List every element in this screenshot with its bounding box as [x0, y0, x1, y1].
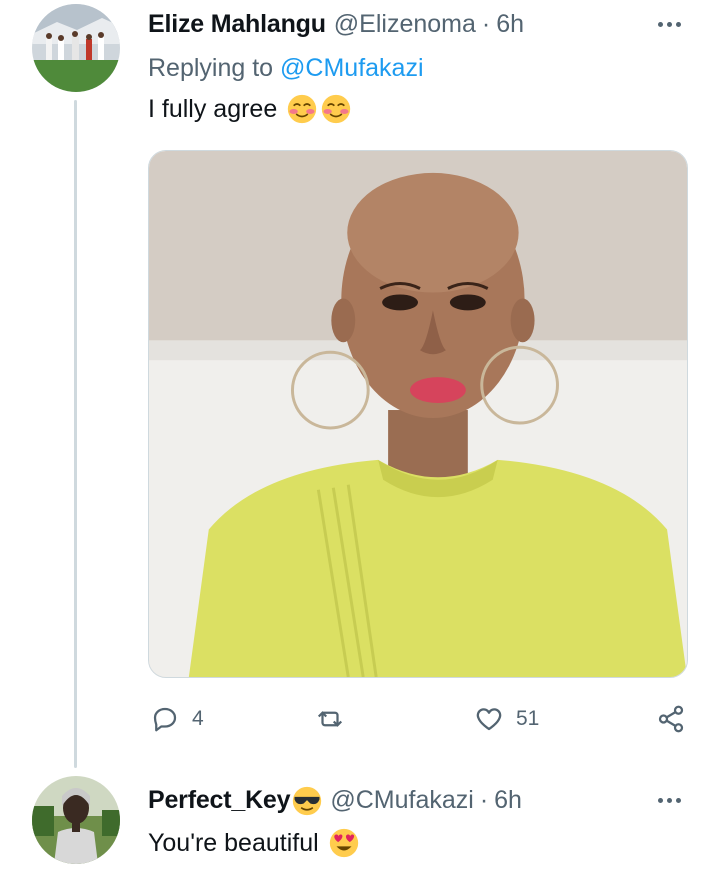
tweet-text-body: You're beautiful: [148, 828, 319, 857]
display-name[interactable]: Perfect_Key: [148, 786, 291, 815]
replying-to-label: Replying to: [148, 54, 281, 82]
heart-eyes-face-emoji: [329, 828, 358, 858]
separator-dot: ·: [479, 786, 489, 814]
like-button[interactable]: 51: [474, 704, 539, 734]
heart-icon: [476, 708, 502, 731]
tweet-text-body: I fully agree: [148, 94, 278, 123]
timestamp[interactable]: 6h: [494, 786, 522, 815]
timestamp[interactable]: 6h: [496, 10, 524, 39]
retweet-icon: [317, 711, 343, 727]
avatar-image: [32, 776, 120, 864]
tweet-header: Perfect_Key @CMufakazi · 6h: [148, 786, 522, 816]
reply-icon: [153, 707, 177, 732]
share-icon: [658, 705, 684, 733]
separator-dot: ·: [481, 10, 491, 38]
retweet-button[interactable]: [315, 704, 345, 734]
tweet-text: I fully agree: [148, 94, 351, 124]
reply-count: 4: [192, 707, 204, 730]
reply-button[interactable]: 4: [150, 704, 204, 734]
replying-to-mention-link[interactable]: @CMufakazi: [280, 54, 423, 82]
tweet-text: You're beautiful: [148, 828, 359, 858]
like-count: 51: [516, 707, 540, 730]
display-name[interactable]: Elize Mahlangu: [148, 10, 326, 39]
thread-connector-line: [74, 100, 77, 768]
avatar-image: [32, 4, 120, 92]
sunglasses-face-emoji: [293, 786, 322, 816]
smiling-blushing-face-emoji: [288, 94, 317, 124]
smiling-blushing-face-emoji: [322, 94, 351, 124]
replying-to-line: Replying to @CMufakazi: [148, 54, 424, 83]
user-handle[interactable]: @Elizenoma: [334, 10, 476, 39]
more-options-icon[interactable]: [658, 798, 681, 803]
tweet-header: Elize Mahlangu @Elizenoma · 6h: [148, 10, 524, 39]
tweet-photo[interactable]: [148, 150, 688, 678]
share-button[interactable]: [656, 704, 686, 734]
avatar[interactable]: [32, 776, 120, 864]
portrait-photo: [149, 151, 687, 677]
user-handle[interactable]: @CMufakazi: [330, 786, 473, 815]
avatar[interactable]: [32, 4, 120, 92]
more-options-icon[interactable]: [658, 22, 681, 27]
